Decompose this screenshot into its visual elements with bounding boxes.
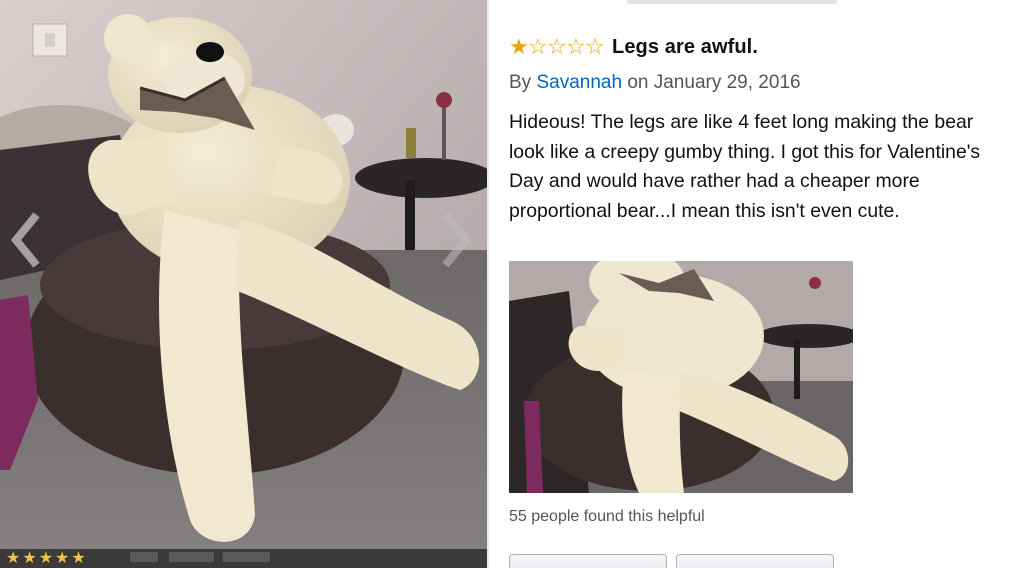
star-filled-icon: ★ xyxy=(509,34,529,59)
helpful-yes-button[interactable] xyxy=(509,554,667,568)
star-icon: ★ xyxy=(22,550,37,567)
bear-photo xyxy=(0,0,487,568)
star-icon: ★ xyxy=(71,550,86,567)
review-body: Hideous! The legs are like 4 feet long m… xyxy=(509,111,981,222)
review-byline: By Savannah on January 29, 2016 xyxy=(509,72,801,94)
photo-viewer: ★ ★ ★ ★ ★ xyxy=(0,0,487,568)
next-review-preview: ★ ★ ★ ★ ★ xyxy=(0,549,487,568)
rating-stars: ★ ☆ ☆ ☆ ☆ xyxy=(509,34,605,60)
star-empty-icon: ☆ xyxy=(528,34,548,59)
star-empty-icon: ☆ xyxy=(585,34,605,59)
author-link[interactable]: Savannah xyxy=(536,72,622,93)
review: ★ ☆ ☆ ☆ ☆ Legs are awful. By Savannah on… xyxy=(489,0,1009,568)
cut-off-text xyxy=(130,552,270,562)
review-header: ★ ☆ ☆ ☆ ☆ Legs are awful. xyxy=(509,34,758,60)
helpful-count: 55 people found this helpful xyxy=(509,508,705,525)
by-prefix: By xyxy=(509,72,532,93)
previous-photo-button[interactable] xyxy=(6,212,50,272)
chevron-left-icon xyxy=(10,212,40,268)
star-empty-icon: ☆ xyxy=(547,34,567,59)
bear-thumbnail xyxy=(509,261,853,493)
star-empty-icon: ☆ xyxy=(566,34,586,59)
star-icon: ★ xyxy=(55,550,70,567)
preview-rating-stars: ★ ★ ★ ★ ★ xyxy=(6,550,86,568)
review-title[interactable]: Legs are awful. xyxy=(612,36,758,59)
cut-off-element xyxy=(627,0,837,4)
star-icon: ★ xyxy=(6,550,21,567)
chevron-right-icon xyxy=(442,212,472,268)
star-icon: ★ xyxy=(38,550,54,567)
review-image-thumbnail[interactable] xyxy=(509,261,853,493)
next-photo-button[interactable] xyxy=(436,212,480,272)
review-date: on January 29, 2016 xyxy=(627,72,801,93)
helpful-no-button[interactable] xyxy=(676,554,834,568)
